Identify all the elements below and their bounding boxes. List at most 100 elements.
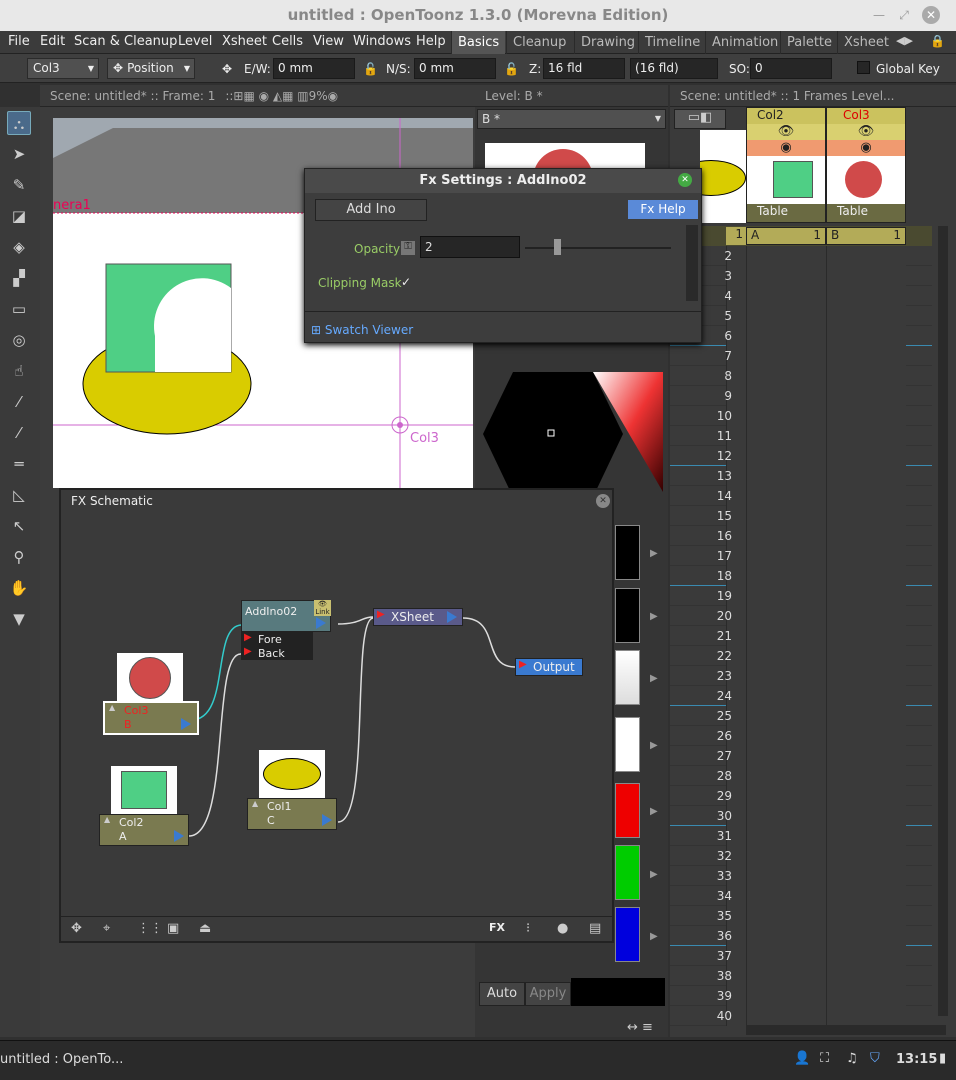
swatch-green[interactable] <box>615 845 640 900</box>
xsheet-cell[interactable] <box>746 706 826 726</box>
xsheet-cell[interactable] <box>826 646 906 666</box>
xsheet-cell[interactable] <box>746 646 826 666</box>
swatch-red[interactable] <box>615 783 640 838</box>
xsheet-cell[interactable] <box>826 446 906 466</box>
xsheet-cell[interactable] <box>826 866 906 886</box>
xsheet-grid[interactable]: 40 39 38 37 36 35 34 33 32 31 30 29 28 27 26 25 24 23 22 21… <box>670 226 932 1026</box>
xsheet-row[interactable]: 33 <box>670 866 932 886</box>
xsheet-cell[interactable] <box>746 986 826 1006</box>
xsheet-cell[interactable] <box>826 246 906 266</box>
xsheet-cell[interactable] <box>826 926 906 946</box>
xsheet-row[interactable]: 31 <box>670 826 932 846</box>
camstand-icon[interactable]: ◉ <box>827 140 905 156</box>
xsheet-cell[interactable] <box>746 326 826 346</box>
xsheet-row[interactable]: 17 <box>670 546 932 566</box>
xsheet-cell[interactable] <box>746 386 826 406</box>
xsheet-row[interactable]: 13 <box>670 466 932 486</box>
xsheet-cell[interactable] <box>826 326 906 346</box>
macro-icon[interactable]: ⁝ <box>526 921 530 936</box>
xsheet-cell[interactable] <box>746 866 826 886</box>
xsheet-row[interactable]: 11 <box>670 426 932 446</box>
xsheet-cell[interactable] <box>826 506 906 526</box>
xsheet-row[interactable]: 9 <box>670 386 932 406</box>
xsheet-cell[interactable] <box>746 966 826 986</box>
output-port-icon[interactable] <box>181 718 191 730</box>
menu-file[interactable]: File <box>8 34 30 49</box>
room-animation[interactable]: Animation <box>705 31 784 54</box>
style-picker-icon[interactable]: ⁄ <box>7 390 31 414</box>
xsheet-cell[interactable] <box>826 386 906 406</box>
xsheet-row[interactable]: 24 <box>670 686 932 706</box>
pinch-tool-icon[interactable]: ◺ <box>7 483 31 507</box>
xsheet-cell[interactable] <box>746 246 826 266</box>
xsheet-row[interactable]: 4 <box>670 286 932 306</box>
ns-field[interactable]: 0 mm <box>414 58 496 79</box>
xsheet-row[interactable]: 16 <box>670 526 932 546</box>
xsheet-cell[interactable] <box>826 306 906 326</box>
lock-icon[interactable]: 🔒 <box>930 34 945 48</box>
xsheet-cell[interactable] <box>826 986 906 1006</box>
xsheet-cell[interactable] <box>826 746 906 766</box>
ew-field[interactable]: 0 mm <box>273 58 355 79</box>
xsheet-cell[interactable] <box>826 366 906 386</box>
xsheet-row[interactable]: 23 <box>670 666 932 686</box>
xsheet-cell[interactable] <box>826 686 906 706</box>
xsheet-cell[interactable] <box>826 406 906 426</box>
xsheet-cell[interactable] <box>826 846 906 866</box>
swatch-white[interactable] <box>615 650 640 705</box>
close-icon[interactable]: ✕ <box>922 6 940 24</box>
reorder-icon[interactable]: ⋮⋮ <box>137 921 163 936</box>
xsheet-cell[interactable] <box>826 606 906 626</box>
output-port-icon[interactable] <box>322 814 332 826</box>
level-combo[interactable]: B * ▼ <box>477 109 666 129</box>
tape-tool-icon[interactable]: ◎ <box>7 328 31 352</box>
paint-brush-tool-icon[interactable]: ▞ <box>7 266 31 290</box>
xsheet-cell[interactable] <box>746 506 826 526</box>
xsheet-row[interactable]: 27 <box>670 746 932 766</box>
xsheet-row[interactable]: 35 <box>670 906 932 926</box>
eye-icon[interactable]: 👁 <box>827 124 905 140</box>
fx-settings-scrollbar[interactable] <box>686 225 698 301</box>
more-tools-icon[interactable]: ▼ <box>7 607 31 631</box>
menu-help[interactable]: Help <box>416 34 446 49</box>
xsheet-cell[interactable] <box>826 826 906 846</box>
room-timeline[interactable]: Timeline <box>638 31 706 54</box>
xsheet-cell[interactable] <box>746 406 826 426</box>
xsheet-cell[interactable] <box>826 486 906 506</box>
eraser-tool-icon[interactable]: ▭ <box>7 297 31 321</box>
room-basics[interactable]: Basics <box>451 31 506 54</box>
xsheet-row[interactable]: 32 <box>670 846 932 866</box>
xsheet-cell[interactable] <box>746 546 826 566</box>
user-icon[interactable]: 👤 <box>794 1051 810 1066</box>
xsheet-cell[interactable] <box>746 626 826 646</box>
xsheet-cell[interactable] <box>746 826 826 846</box>
xsheet-cell[interactable] <box>746 766 826 786</box>
xsheet-cell[interactable] <box>746 886 826 906</box>
xsheet-cell[interactable] <box>826 526 906 546</box>
swatch-white-2[interactable] <box>615 717 640 772</box>
fore-port-icon[interactable]: ▶ <box>244 632 252 643</box>
xsheet-row[interactable]: 34 <box>670 886 932 906</box>
output-port-icon[interactable] <box>174 830 184 842</box>
xsheet-row[interactable]: 38 <box>670 966 932 986</box>
xsheet-cell[interactable] <box>746 806 826 826</box>
xsheet-cell[interactable] <box>746 606 826 626</box>
xsheet-cell[interactable] <box>746 926 826 946</box>
z2-field[interactable]: (16 fld) <box>630 58 718 79</box>
output-icon[interactable]: ⏏ <box>199 921 211 936</box>
clipping-mask-checkbox[interactable]: ✓ <box>401 275 415 289</box>
column-header-col2[interactable]: Col2 👁 ◉ Table <box>746 107 826 223</box>
xsheet-cell[interactable] <box>746 566 826 586</box>
xsheet-row[interactable]: 20 <box>670 606 932 626</box>
xsheet-row[interactable]: 10 <box>670 406 932 426</box>
audio-icon[interactable]: ♫ <box>846 1051 858 1066</box>
tab-add-ino[interactable]: Add Ino <box>315 199 427 221</box>
expand-arrow-icon[interactable]: ▶ <box>650 869 658 880</box>
expand-arrow-icon[interactable]: ▶ <box>650 806 658 817</box>
xsheet-row[interactable]: 37 <box>670 946 932 966</box>
preview-icon[interactable]: ● <box>557 921 568 936</box>
xsheet-cell[interactable] <box>746 586 826 606</box>
xsheet-cell[interactable] <box>826 626 906 646</box>
xsheet-cell[interactable] <box>826 1006 906 1026</box>
xsheet-row[interactable]: 12 <box>670 446 932 466</box>
